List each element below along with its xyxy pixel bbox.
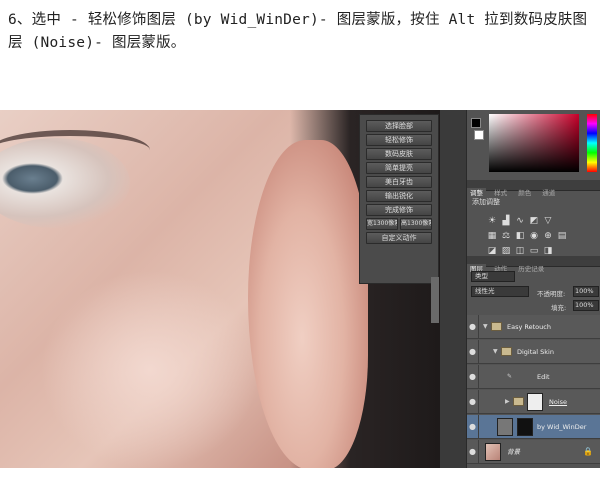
chevron-down-icon[interactable]: ▼ <box>483 315 488 339</box>
folder-icon <box>501 347 512 356</box>
layer-row[interactable]: ● ▼ Digital Skin <box>467 340 600 364</box>
adjust-icons-row-2: ▦ ⚖ ◧ ◉ ⊕ ▤ <box>487 223 571 241</box>
lock-icon: 🔒 <box>583 447 593 456</box>
layer-name: 背景 <box>507 448 520 456</box>
chevron-down-icon[interactable]: ▼ <box>493 340 498 364</box>
chevron-right-icon[interactable]: ▶ <box>505 390 510 414</box>
layer-thumbnail[interactable] <box>485 443 501 461</box>
action-button-finish[interactable]: 完成修饰 <box>366 204 432 216</box>
adjust-title: 添加调整 <box>472 198 500 206</box>
ear-shape <box>248 140 368 468</box>
layer-mask-thumbnail[interactable] <box>517 418 533 436</box>
action-button-custom[interactable]: 自定义动作 <box>366 232 432 244</box>
layer-thumbnail[interactable] <box>497 418 513 436</box>
action-button-brighten[interactable]: 简单提亮 <box>366 162 432 174</box>
folder-icon <box>491 322 502 331</box>
opacity-input[interactable]: 100% <box>573 286 599 297</box>
eye-icon[interactable]: ● <box>467 315 479 339</box>
right-panels: 调整 样式 颜色 通道 添加调整 ☀ ▟ ∿ ◩ ▽ ▦ ⚖ ◧ ◉ ⊕ ▤ ◪ ▨ ◫ ▭ ◨ 图层 动… <box>466 110 600 468</box>
eyelash-shape <box>0 130 150 170</box>
action-button-width[interactable]: 宽1300像素 <box>366 218 398 230</box>
layer-name: Digital Skin <box>517 348 554 356</box>
cheek-shape <box>40 270 260 468</box>
layers-tabbar: 图层 动作 历史记录 <box>467 256 600 275</box>
eye-icon[interactable]: ● <box>467 340 479 364</box>
layer-name: Noise <box>549 398 568 406</box>
actions-panel: 选择脸部 轻松修饰 数码皮肤 简单提亮 美白牙齿 输出锐化 完成修饰 宽1300… <box>359 114 439 323</box>
layer-name: Easy Retouch <box>507 323 551 331</box>
selective-color-icon[interactable]: ◨ <box>543 246 553 256</box>
tab-colors[interactable]: 颜色 <box>515 188 534 199</box>
layer-row[interactable]: ● ✎ Edit <box>467 365 600 389</box>
instruction-text: 6、选中 - 轻松修饰图层 (by Wid_WinDer)- 图层蒙版，按住 A… <box>8 12 588 51</box>
action-button-digital-skin[interactable]: 数码皮肤 <box>366 148 432 160</box>
fill-input[interactable]: 100% <box>573 300 599 311</box>
brush-icon: ✎ <box>507 373 513 380</box>
gradient-map-icon[interactable]: ▭ <box>529 246 539 256</box>
layer-row-selected[interactable]: ● by Wid_WinDer <box>467 415 600 439</box>
action-button-sharpen[interactable]: 输出锐化 <box>366 190 432 202</box>
lookup-icon[interactable]: ▤ <box>557 231 567 241</box>
opacity-label: 不透明度: <box>537 290 566 298</box>
action-button-whiten-teeth[interactable]: 美白牙齿 <box>366 176 432 188</box>
eye-icon[interactable]: ● <box>467 440 479 464</box>
threshold-icon[interactable]: ◫ <box>515 246 525 256</box>
adjust-icons-row-1: ☀ ▟ ∿ ◩ ▽ <box>487 208 557 226</box>
layer-row[interactable]: ● ▶ Noise <box>467 390 600 414</box>
tab-channels[interactable]: 通道 <box>539 188 558 199</box>
folder-icon <box>513 397 524 406</box>
adjust-tabbar: 调整 样式 颜色 通道 <box>467 180 600 199</box>
filter-kind-select[interactable]: 类型 <box>471 271 515 282</box>
invert-icon[interactable]: ◪ <box>487 246 497 256</box>
panel-scrollbar[interactable] <box>431 277 439 323</box>
layer-name: by Wid_WinDer <box>537 423 587 431</box>
photoshop-screenshot: 选择脸部 轻松修饰 数码皮肤 简单提亮 美白牙齿 输出锐化 完成修饰 宽1300… <box>0 110 600 468</box>
hue-slider[interactable] <box>587 114 597 172</box>
eye-icon[interactable]: ● <box>467 365 479 389</box>
action-button-easy-retouch[interactable]: 轻松修饰 <box>366 134 432 146</box>
layers-controls: 类型 线性光 不透明度: 100% 填充: 100% <box>467 268 600 312</box>
layer-row[interactable]: ● 背景 🔒 <box>467 440 600 464</box>
layer-mask-thumbnail[interactable] <box>527 393 543 411</box>
fill-label: 填充: <box>551 304 567 312</box>
blend-mode-select[interactable]: 线性光 <box>471 286 529 297</box>
eye-icon[interactable]: ● <box>467 390 479 414</box>
layer-name: Edit <box>537 373 550 381</box>
action-button-select-face[interactable]: 选择脸部 <box>366 120 432 132</box>
eye-icon[interactable]: ● <box>467 415 479 439</box>
layer-row[interactable]: ● ▼ Easy Retouch <box>467 315 600 339</box>
color-picker-field[interactable] <box>489 114 579 172</box>
posterize-icon[interactable]: ▨ <box>501 246 511 256</box>
action-button-height[interactable]: 高1300像素 <box>400 218 432 230</box>
color-swatches[interactable] <box>471 118 485 168</box>
adjust-icons-row-3: ◪ ▨ ◫ ▭ ◨ <box>487 238 557 256</box>
